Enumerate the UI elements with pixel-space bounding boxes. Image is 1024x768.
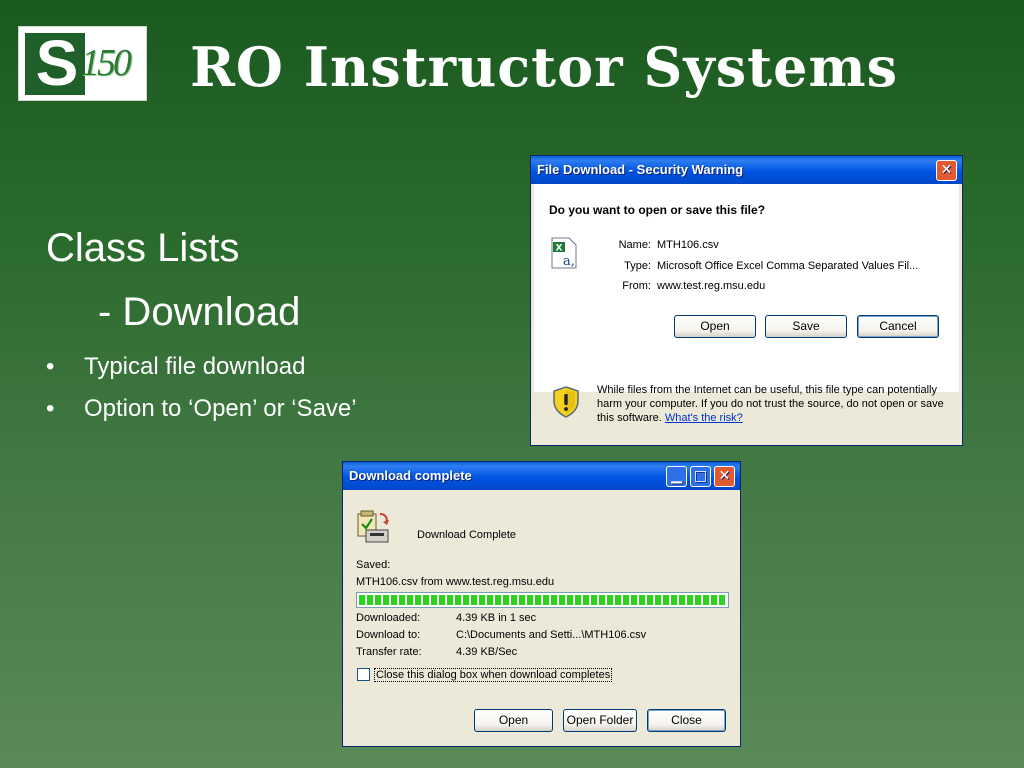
security-shield-icon xyxy=(553,386,579,418)
download-progress-bar xyxy=(356,592,729,608)
type-label: Type: xyxy=(624,260,651,272)
from-value: www.test.reg.msu.edu xyxy=(657,280,766,292)
file-from-row: From: www.test.reg.msu.edu xyxy=(605,279,955,293)
download-complete-dialog: Download complete ▁ □ ✕ Download Complet… xyxy=(342,461,741,747)
save-button[interactable]: Save xyxy=(765,315,847,338)
bullet-list: • Typical file download • Option to ‘Ope… xyxy=(46,346,357,430)
downloaded-row: Downloaded: 4.39 KB in 1 sec xyxy=(356,611,536,625)
open-folder-button[interactable]: Open Folder xyxy=(563,709,637,732)
whats-the-risk-link[interactable]: What's the risk? xyxy=(665,412,743,424)
logo-number: 150 xyxy=(81,42,132,84)
saved-label: Saved: xyxy=(356,559,391,571)
transfer-rate-value: 4.39 KB/Sec xyxy=(456,646,518,658)
msu-150-logo: S 150 xyxy=(18,26,147,101)
minimize-icon[interactable]: ▁ xyxy=(666,466,687,487)
transfer-rate-row: Transfer rate: 4.39 KB/Sec xyxy=(356,645,517,659)
bullet-glyph: • xyxy=(46,353,55,380)
security-warning-dialog: File Download - Security Warning ✕ Do yo… xyxy=(530,155,963,446)
file-type-row: Type: Microsoft Office Excel Comma Separ… xyxy=(605,259,955,273)
download-to-value: C:\Documents and Setti...\MTH106.csv xyxy=(456,629,647,641)
warning-message: While files from the Internet can be use… xyxy=(597,384,944,424)
open-button[interactable]: Open xyxy=(674,315,756,338)
security-question: Do you want to open or save this file? xyxy=(549,203,766,217)
type-value: Microsoft Office Excel Comma Separated V… xyxy=(657,260,919,272)
slide-heading: Class Lists xyxy=(46,226,240,270)
slide-subheading: - Download xyxy=(98,290,301,334)
downloaded-value: 4.39 KB in 1 sec xyxy=(456,612,537,624)
name-label: Name: xyxy=(618,239,651,251)
from-label: From: xyxy=(622,280,651,292)
excel-csv-icon: X a, xyxy=(551,237,577,269)
download-complete-icon xyxy=(357,510,389,543)
download-complete-heading: Download Complete xyxy=(417,529,517,541)
close-button[interactable]: Close xyxy=(647,709,726,732)
file-name-row: Name: MTH106.csv xyxy=(605,238,955,252)
download-dialog-titlebar: Download complete ▁ □ ✕ xyxy=(343,462,740,490)
bullet-text: Typical file download xyxy=(84,353,306,380)
maximize-icon[interactable]: □ xyxy=(690,466,711,487)
security-warning-text: While files from the Internet can be use… xyxy=(597,383,947,425)
security-dialog-titlebar: File Download - Security Warning ✕ xyxy=(531,156,962,184)
bullet-item: • Typical file download xyxy=(46,346,357,388)
svg-text:X: X xyxy=(556,244,563,254)
svg-text:a,: a, xyxy=(563,254,575,269)
bullet-glyph: • xyxy=(46,395,55,422)
open-button[interactable]: Open xyxy=(474,709,553,732)
download-dialog-title: Download complete xyxy=(349,468,472,483)
slide-title: RO Instructor Systems xyxy=(190,35,898,99)
close-icon[interactable]: ✕ xyxy=(714,466,735,487)
close-on-complete-label[interactable]: Close this dialog box when download comp… xyxy=(374,668,613,682)
close-on-complete-checkbox[interactable] xyxy=(357,668,370,681)
downloaded-label: Downloaded: xyxy=(356,612,421,624)
saved-value: MTH106.csv from www.test.reg.msu.edu xyxy=(356,576,555,588)
download-to-label: Download to: xyxy=(356,629,421,641)
bullet-item: • Option to ‘Open’ or ‘Save’ xyxy=(46,388,357,430)
close-icon[interactable]: ✕ xyxy=(936,160,957,181)
cancel-button[interactable]: Cancel xyxy=(857,315,939,338)
progress-fill xyxy=(359,595,726,605)
logo-letter: S xyxy=(25,31,85,95)
security-dialog-title: File Download - Security Warning xyxy=(537,162,744,177)
download-to-row: Download to: C:\Documents and Setti...\M… xyxy=(356,628,646,642)
name-value: MTH106.csv xyxy=(657,239,719,251)
bullet-text: Option to ‘Open’ or ‘Save’ xyxy=(84,395,357,422)
transfer-rate-label: Transfer rate: xyxy=(356,646,422,658)
